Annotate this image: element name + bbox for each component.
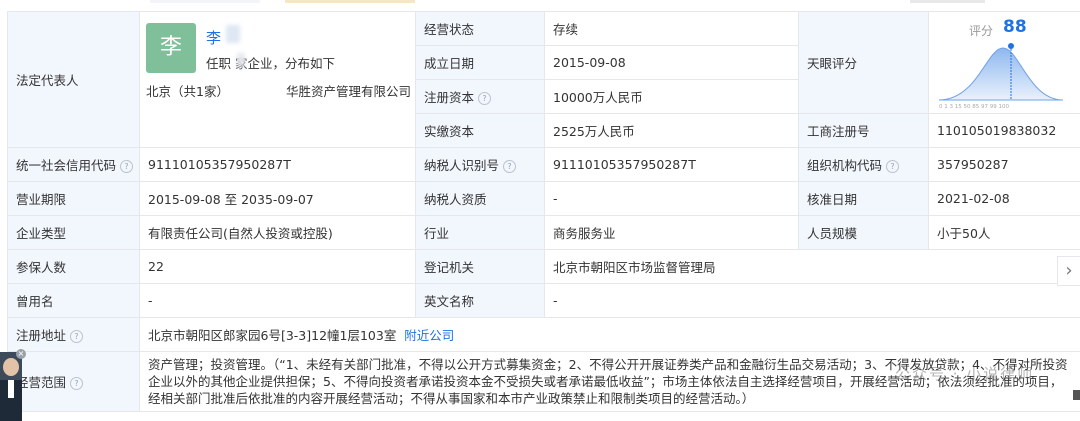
help-icon[interactable]: ? bbox=[120, 160, 134, 173]
scope-label: 经营范围? bbox=[7, 351, 140, 412]
tab-hint-right[interactable] bbox=[910, 0, 985, 3]
legal-rep-cell: 李 李 任职 家企业，分布如下 北京（共1家） 华胜资产管理有限公司 bbox=[139, 11, 416, 148]
address-text: 北京市朝阳区郎家园6号[3-3]12幢1层103室 bbox=[148, 328, 397, 343]
credit-code-label: 统一社会信用代码? bbox=[7, 147, 140, 182]
watermark: 公众号 · 小说律师 bbox=[895, 365, 1035, 383]
org-code-value: 357950287 bbox=[928, 147, 1080, 182]
org-code-label: 组织机构代码? bbox=[798, 147, 929, 182]
score-distribution-chart: 0 1 3 15 50 85 97 99 100 bbox=[938, 43, 1064, 110]
en-name-value: - bbox=[544, 283, 1080, 318]
ent-type-value: 有限责任公司(自然人投资或控股) bbox=[139, 215, 416, 250]
insured-label: 参保人数 bbox=[7, 249, 140, 284]
rep-name-link[interactable]: 李 bbox=[206, 27, 221, 48]
authority-value: 北京市朝阳区市场监督管理局 bbox=[544, 249, 1080, 284]
org-code-label-text: 组织机构代码 bbox=[807, 158, 883, 173]
address-label-text: 注册地址 bbox=[16, 328, 67, 343]
help-icon[interactable]: ? bbox=[70, 330, 84, 343]
former-name-value: - bbox=[139, 283, 416, 318]
taxpayer-id-label: 纳税人识别号? bbox=[415, 147, 545, 182]
tab-hint-highlight[interactable] bbox=[285, 0, 415, 3]
reg-capital-label: 注册资本? bbox=[415, 79, 545, 114]
rep-description: 任职 家企业，分布如下 bbox=[206, 55, 335, 71]
help-icon[interactable]: ? bbox=[70, 377, 84, 390]
floating-person-avatar[interactable] bbox=[0, 352, 22, 421]
reg-capital-label-text: 注册资本 bbox=[424, 90, 475, 105]
reg-capital-value: 10000万人民币 bbox=[544, 79, 799, 114]
close-icon[interactable]: × bbox=[16, 349, 26, 359]
taxpayer-id-value: 91110105357950287T bbox=[544, 147, 799, 182]
founded-value: 2015-09-08 bbox=[544, 45, 799, 80]
edge-handle bbox=[1073, 390, 1080, 400]
term-label: 营业期限 bbox=[7, 181, 140, 216]
redaction-blur bbox=[237, 52, 245, 67]
status-label: 经营状态 bbox=[415, 11, 545, 46]
rep-avatar[interactable]: 李 bbox=[146, 22, 196, 73]
ent-type-label: 企业类型 bbox=[7, 215, 140, 250]
paid-capital-label: 实缴资本 bbox=[415, 113, 545, 148]
score-value: 88 bbox=[1003, 17, 1027, 37]
credit-code-label-text: 统一社会信用代码 bbox=[16, 158, 117, 173]
taxpayer-qual-value: - bbox=[544, 181, 799, 216]
paid-capital-value: 2525万人民币 bbox=[544, 113, 799, 148]
help-icon[interactable]: ? bbox=[886, 160, 900, 173]
insured-value: 22 bbox=[139, 249, 416, 284]
taxpayer-qual-label: 纳税人资质 bbox=[415, 181, 545, 216]
tab-hint[interactable] bbox=[150, 0, 260, 3]
status-value: 存续 bbox=[544, 11, 799, 46]
score-cell-label: 天眼评分 bbox=[798, 11, 929, 114]
industry-label: 行业 bbox=[415, 215, 545, 250]
en-name-label: 英文名称 bbox=[415, 283, 545, 318]
staff-value: 小于50人 bbox=[928, 215, 1080, 250]
authority-label: 登记机关 bbox=[415, 249, 545, 284]
term-value: 2015-09-08 至 2035-09-07 bbox=[139, 181, 416, 216]
industry-value: 商务服务业 bbox=[544, 215, 799, 250]
help-icon[interactable]: ? bbox=[503, 160, 517, 173]
founded-label: 成立日期 bbox=[415, 45, 545, 80]
legal-rep-label: 法定代表人 bbox=[7, 11, 140, 148]
former-name-label: 曾用名 bbox=[7, 283, 140, 318]
rep-company[interactable]: 华胜资产管理有限公司 bbox=[286, 81, 411, 100]
approve-date-label: 核准日期 bbox=[798, 181, 929, 216]
staff-label: 人员规模 bbox=[798, 215, 929, 250]
scope-label-text: 经营范围 bbox=[16, 375, 67, 390]
score-cell[interactable]: 评分 88 0 1 3 15 50 85 97 99 100 bbox=[928, 11, 1080, 114]
reg-no-label: 工商注册号 bbox=[798, 113, 929, 148]
top-tabs-strip bbox=[0, 0, 1080, 5]
credit-code-value: 91110105357950287T bbox=[139, 147, 416, 182]
nearby-companies-link[interactable]: 附近公司 bbox=[404, 328, 454, 343]
redaction-blur bbox=[226, 24, 240, 43]
approve-date-value: 2021-02-08 bbox=[928, 181, 1080, 216]
chevron-right-icon[interactable]: › bbox=[1057, 256, 1080, 286]
address-label: 注册地址? bbox=[7, 317, 140, 352]
reg-no-value: 110105019838032 bbox=[928, 113, 1080, 148]
help-icon[interactable]: ? bbox=[478, 92, 492, 105]
address-value: 北京市朝阳区郎家园6号[3-3]12幢1层103室 附近公司 bbox=[139, 317, 1080, 352]
rep-city: 北京（共1家） bbox=[146, 83, 229, 99]
business-info-table: 法定代表人 李 李 任职 家企业，分布如下 北京（共1家） 华胜资产管理有限公司… bbox=[7, 11, 1080, 412]
taxpayer-id-label-text: 纳税人识别号 bbox=[424, 158, 500, 173]
score-axis: 0 1 3 15 50 85 97 99 100 bbox=[939, 104, 1009, 110]
score-label: 评分 bbox=[969, 24, 994, 38]
